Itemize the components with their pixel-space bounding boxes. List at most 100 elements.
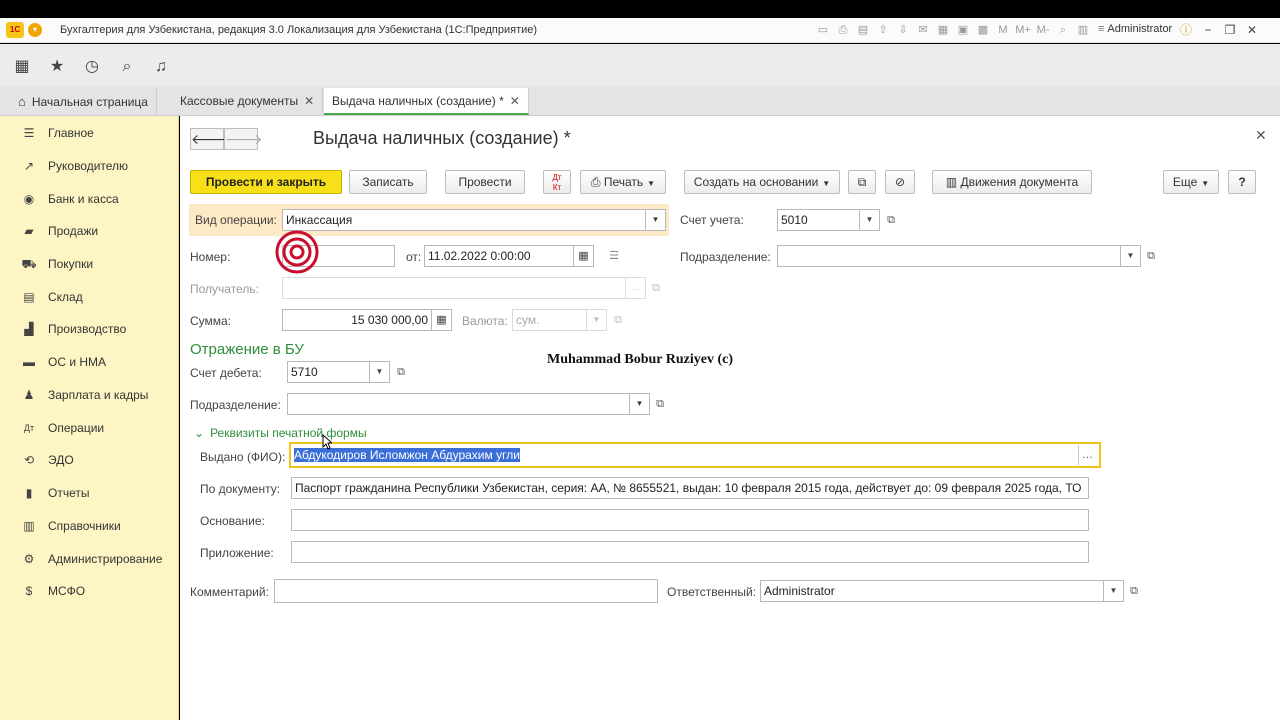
- preview-icon[interactable]: ▤: [855, 22, 871, 38]
- date-field[interactable]: 11.02.2022 0:00:00: [424, 245, 574, 267]
- sidebar-item-fixed-assets[interactable]: ▬ ОС и НМА: [0, 350, 179, 374]
- bu-division-dropdown[interactable]: ▼: [630, 393, 650, 415]
- debit-account-field[interactable]: 5710: [287, 361, 370, 383]
- sidebar-item-main[interactable]: ☰ Главное: [0, 121, 179, 145]
- sidebar-item-bank-cash[interactable]: ◉ Банк и касса: [0, 187, 179, 211]
- warehouse-icon: ▤: [23, 290, 35, 304]
- division-dropdown[interactable]: ▼: [1121, 245, 1141, 267]
- memory-minus-icon[interactable]: M-: [1035, 22, 1051, 38]
- responsible-open-icon[interactable]: ⧉: [1125, 581, 1143, 601]
- memory-plus-icon[interactable]: M+: [1015, 22, 1031, 38]
- calendar-icon[interactable]: ▣: [955, 22, 971, 38]
- structure-icon[interactable]: ⧉: [848, 170, 876, 194]
- post-button[interactable]: Провести: [445, 170, 525, 194]
- sidebar-item-administration[interactable]: ⚙ Администрирование: [0, 547, 179, 571]
- app-window: 1С ▾ Бухгалтерия для Узбекистана, редакц…: [0, 0, 1280, 720]
- attachment-field[interactable]: [291, 541, 1089, 563]
- save-icon[interactable]: ▭: [815, 22, 831, 38]
- sidebar-item-sales[interactable]: ▰ Продажи: [0, 219, 179, 243]
- tab-bar: ⌂ Начальная страница Кассовые документы ✕ …: [0, 86, 1280, 116]
- division-field[interactable]: [777, 245, 1121, 267]
- search-icon[interactable]: ⌕: [117, 57, 137, 77]
- close-tab-icon[interactable]: ✕: [510, 94, 520, 108]
- operation-type-dropdown[interactable]: ▼: [646, 209, 666, 231]
- close-tab-icon[interactable]: ✕: [304, 94, 314, 108]
- zoom-icon[interactable]: ⌕: [1055, 22, 1071, 38]
- issued-to-field[interactable]: Абдукодиров Исломжон Абдурахим угли: [289, 442, 1101, 468]
- amount-field[interactable]: 15 030 000,00: [282, 309, 432, 331]
- apps-grid-icon[interactable]: ▦: [12, 57, 32, 77]
- bu-division-field[interactable]: [287, 393, 630, 415]
- operation-type-field[interactable]: Инкассация: [282, 209, 646, 231]
- sidebar-item-production[interactable]: ▟ Производство: [0, 317, 179, 341]
- sidebar-item-operations[interactable]: Дт Операции: [0, 416, 179, 440]
- memory-icon[interactable]: M: [995, 22, 1011, 38]
- tab-cash-issue[interactable]: Выдача наличных (создание) * ✕: [324, 88, 529, 115]
- by-document-field[interactable]: Паспорт гражданина Республики Узбекистан…: [291, 477, 1089, 499]
- account-open-icon[interactable]: ⧉: [882, 210, 900, 230]
- back-button[interactable]: 🡐: [190, 128, 229, 150]
- print-icon[interactable]: ⎙: [835, 22, 851, 38]
- basis-label: Основание:: [200, 514, 265, 528]
- sidebar-item-manager[interactable]: ↗ Руководителю: [0, 154, 179, 178]
- table-icon[interactable]: ▦: [935, 22, 951, 38]
- print-form-group-toggle[interactable]: ⌄ Реквизиты печатной формы: [194, 426, 367, 440]
- account-field[interactable]: 5010: [777, 209, 860, 231]
- debit-account-open-icon[interactable]: ⧉: [392, 362, 410, 382]
- forward-button[interactable]: 🡒: [224, 128, 263, 150]
- calendar-button[interactable]: ▦: [574, 245, 594, 267]
- responsible-dropdown[interactable]: ▼: [1104, 580, 1124, 602]
- debit-account-dropdown[interactable]: ▼: [370, 361, 390, 383]
- calculator-button[interactable]: ▦: [432, 309, 452, 331]
- download-icon[interactable]: ⇩: [895, 22, 911, 38]
- history-list-icon[interactable]: ☰: [605, 246, 623, 266]
- close-form-icon[interactable]: ✕: [1255, 127, 1267, 144]
- panels-icon[interactable]: ▥: [1075, 22, 1091, 38]
- comment-field[interactable]: [274, 579, 658, 603]
- sidebar-item-ifrs[interactable]: $ МСФО: [0, 579, 179, 603]
- close-window-button[interactable]: ✕: [1244, 21, 1260, 39]
- main-menu-icon[interactable]: ▾: [28, 23, 42, 37]
- sidebar-item-purchases[interactable]: ⛟ Покупки: [0, 252, 179, 276]
- sidebar-item-edo[interactable]: ⟲ ЭДО: [0, 448, 179, 472]
- assets-icon: ▬: [23, 355, 35, 369]
- basis-field[interactable]: [291, 509, 1089, 531]
- account-dropdown[interactable]: ▼: [860, 209, 880, 231]
- favorites-star-icon[interactable]: ★: [47, 57, 67, 77]
- history-icon[interactable]: ◷: [82, 57, 102, 77]
- sidebar-item-salary[interactable]: ♟ Зарплата и кадры: [0, 383, 179, 407]
- print-button[interactable]: ⎙ Печать ▼: [580, 170, 666, 194]
- mail-icon[interactable]: ✉: [915, 22, 931, 38]
- current-user[interactable]: ≡ Administrator: [1098, 23, 1172, 35]
- upload-icon[interactable]: ⇧: [875, 22, 891, 38]
- bu-division-open-icon[interactable]: ⧉: [651, 394, 669, 414]
- maximize-button[interactable]: ❐: [1222, 21, 1238, 39]
- calculator-icon[interactable]: ▩: [975, 22, 991, 38]
- document-movements-button[interactable]: ▥ Движения документа: [932, 170, 1092, 194]
- dt-kt-button[interactable]: Дт Кт: [543, 170, 571, 194]
- tab-cash-documents[interactable]: Кассовые документы ✕: [172, 88, 324, 115]
- chevron-down-icon: ▼: [1201, 179, 1210, 188]
- click-highlight-icon: [275, 230, 319, 274]
- chevron-down-icon: ⌄: [194, 426, 205, 440]
- sidebar-item-directories[interactable]: ▥ Справочники: [0, 514, 179, 538]
- issued-to-select-button[interactable]: …: [1078, 445, 1096, 465]
- currency-dropdown: ▼: [587, 309, 607, 331]
- sidebar-item-reports[interactable]: ▮ Отчеты: [0, 481, 179, 505]
- create-based-on-button[interactable]: Создать на основании ▼: [684, 170, 840, 194]
- main-toolbar: ▦ ★ ◷ ⌕ ♫: [0, 44, 1280, 89]
- attachment-icon[interactable]: ⊘: [885, 170, 915, 194]
- help-button[interactable]: ?: [1228, 170, 1256, 194]
- sidebar-item-warehouse[interactable]: ▤ Склад: [0, 285, 179, 309]
- bell-icon[interactable]: ♫: [151, 57, 171, 77]
- save-button[interactable]: Записать: [349, 170, 427, 194]
- more-button[interactable]: Еще ▼: [1163, 170, 1219, 194]
- info-icon[interactable]: ⓘ: [1178, 21, 1194, 39]
- responsible-field[interactable]: Administrator: [760, 580, 1104, 602]
- minimize-button[interactable]: −: [1200, 21, 1216, 39]
- mouse-cursor-icon: [322, 434, 332, 450]
- recipient-open-icon: ⧉: [652, 282, 660, 294]
- tab-home[interactable]: ⌂ Начальная страница: [10, 88, 157, 115]
- post-and-close-button[interactable]: Провести и закрыть: [190, 170, 342, 194]
- division-open-icon[interactable]: ⧉: [1142, 246, 1160, 266]
